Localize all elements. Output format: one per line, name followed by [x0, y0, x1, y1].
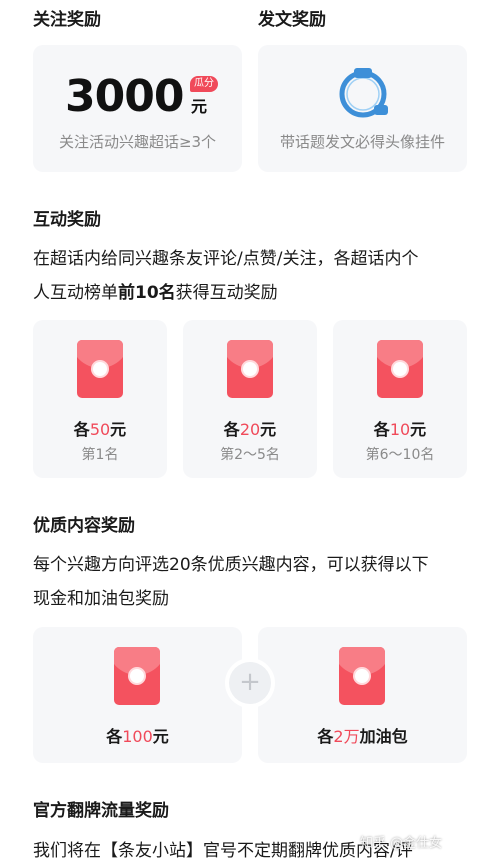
post-reward-card: 带话题发文必得头像挂件 — [258, 45, 467, 172]
share-badge: 瓜分 — [190, 76, 218, 92]
follow-reward-desc: 关注活动兴趣超话≥3个 — [58, 133, 217, 151]
follow-reward-title: 关注奖励 — [33, 10, 101, 30]
traffic-reward-title: 官方翻牌流量奖励 — [33, 801, 169, 821]
boost-reward-amount: 各2万加油包 — [317, 727, 408, 746]
rank-amount: 各10元 — [373, 420, 427, 439]
post-reward-desc: 带话题发文必得头像挂件 — [279, 133, 445, 151]
quality-desc-line1: 每个兴趣方向评选20条优质兴趣内容，可以获得以下 — [33, 555, 429, 575]
interaction-reward-desc: 在超话内给同兴趣条友评论/点赞/关注，各超话内个 人互动榜单前10名获得互动奖励 — [33, 242, 478, 310]
quality-reward-desc: 每个兴趣方向评选20条优质兴趣内容，可以获得以下 现金和加油包奖励 — [33, 548, 478, 616]
interaction-desc-line2: 人互动榜单前10名获得互动奖励 — [33, 283, 278, 303]
cash-reward-card: 各100元 — [33, 627, 242, 763]
rank-label: 第2～5名 — [220, 447, 280, 463]
rank-amount: 各50元 — [73, 420, 127, 439]
red-envelope-icon — [114, 647, 160, 705]
interaction-reward-title: 互动奖励 — [33, 210, 101, 230]
watermark: 知乎 @金仕女 — [360, 836, 443, 851]
plus-icon: + — [229, 662, 271, 704]
rank-card-2: 各20元 第2～5名 — [183, 320, 317, 478]
rank-label: 第6～10名 — [365, 447, 435, 463]
rank-label: 第1名 — [81, 447, 119, 463]
follow-reward-unit: 元 — [191, 97, 208, 116]
red-envelope-icon — [377, 340, 423, 398]
quality-desc-line2: 现金和加油包奖励 — [33, 589, 169, 609]
avatar-frame-icon — [339, 68, 388, 118]
interaction-desc-line1: 在超话内给同兴趣条友评论/点赞/关注，各超话内个 — [33, 249, 419, 269]
boost-reward-card: 各2万加油包 — [258, 627, 467, 763]
rank-amount: 各20元 — [223, 420, 277, 439]
cash-reward-amount: 各100元 — [106, 727, 169, 746]
follow-reward-amount: 3000 — [65, 71, 184, 122]
follow-reward-card: 3000 元 瓜分 关注活动兴趣超话≥3个 — [33, 45, 242, 172]
post-reward-title: 发文奖励 — [258, 10, 326, 30]
rank-card-3: 各10元 第6～10名 — [333, 320, 467, 478]
red-envelope-icon — [77, 340, 123, 398]
red-envelope-icon — [227, 340, 273, 398]
red-envelope-icon — [339, 647, 385, 705]
rank-card-1: 各50元 第1名 — [33, 320, 167, 478]
quality-reward-title: 优质内容奖励 — [33, 516, 135, 536]
